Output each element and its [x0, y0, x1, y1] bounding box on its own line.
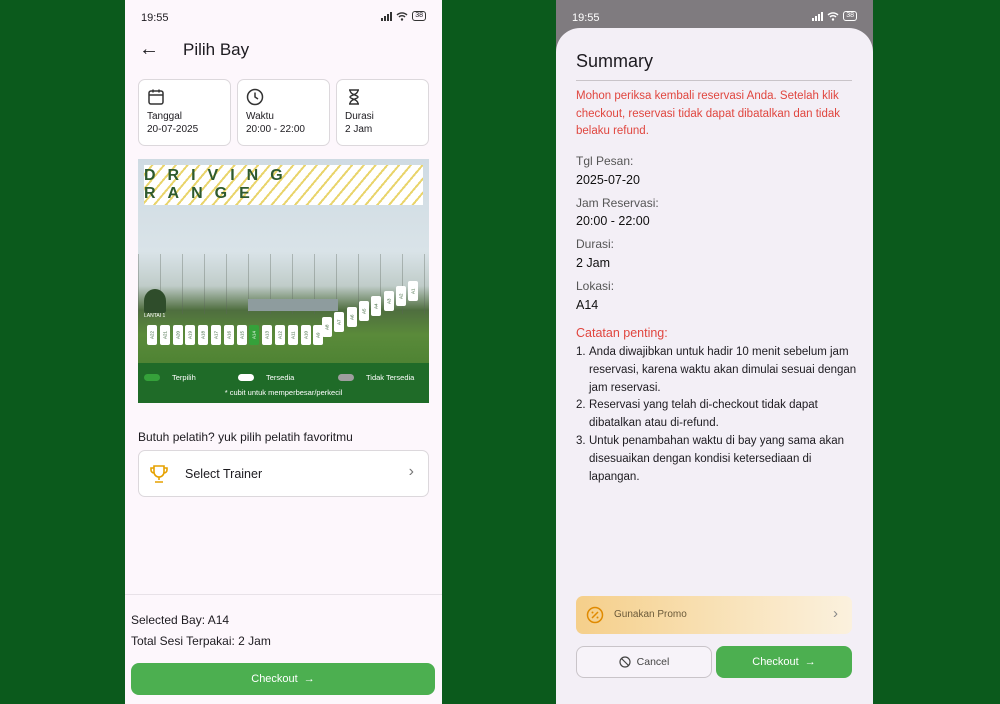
status-icons: 38: [812, 11, 857, 21]
discount-icon: [586, 606, 604, 624]
bay-a21[interactable]: A21: [159, 325, 170, 345]
signal-icon: [381, 11, 393, 21]
bottom-summary-panel: Selected Bay: A14 Total Sesi Terpakai: 2…: [125, 594, 442, 704]
bay-a17[interactable]: A17: [211, 325, 221, 345]
driving-range-map[interactable]: DRIVING RANGE LANTAI 1 Terpilih Tersedia…: [138, 159, 429, 403]
wifi-icon: [827, 12, 839, 21]
bay-a15[interactable]: A15: [236, 325, 247, 345]
duration-label: Durasi: [345, 111, 374, 122]
promo-label: Gunakan Promo: [614, 609, 687, 620]
bay-a11[interactable]: A11: [287, 325, 298, 345]
important-notes-title: Catatan penting:: [576, 326, 668, 340]
time-label: Waktu: [246, 111, 274, 122]
order-date-value: 2025-07-20: [576, 173, 640, 187]
clock-icon: [246, 88, 264, 106]
hourglass-icon: [349, 89, 359, 105]
unavailable-swatch: [338, 374, 354, 381]
time-card: Waktu 20:00 - 22:00: [237, 79, 330, 146]
cancel-button[interactable]: Cancel: [576, 646, 712, 678]
duration-card: Durasi 2 Jam: [336, 79, 429, 146]
note-item: 1. Anda diwajibkan untuk hadir 10 menit s…: [576, 346, 857, 394]
checkout-warning: Mohon periksa kembali reservasi Anda. Se…: [576, 90, 841, 137]
chevron-right-icon: ›: [408, 463, 414, 480]
important-notes-list: 1. Anda diwajibkan untuk hadir 10 menit s…: [576, 344, 858, 486]
bay-a2[interactable]: A2: [395, 285, 406, 306]
range-tree-image: [144, 289, 166, 313]
bay-a20[interactable]: A20: [172, 325, 183, 345]
status-time: 19:55: [572, 12, 600, 24]
note-item: 2. Reservasi yang telah di-checkout tidak…: [576, 399, 818, 430]
arrow-right-icon: →: [804, 656, 816, 668]
divider: [576, 80, 852, 81]
bay-a4[interactable]: A4: [371, 296, 382, 317]
range-building-image: [248, 299, 338, 311]
trophy-icon: [150, 465, 168, 483]
time-value: 20:00 - 22:00: [246, 124, 305, 135]
bay-a22[interactable]: A22: [147, 325, 157, 345]
location-label: Lokasi:: [576, 279, 615, 293]
bay-a8[interactable]: A8: [322, 317, 332, 337]
order-date-label: Tgl Pesan:: [576, 154, 634, 168]
wifi-icon: [396, 12, 408, 21]
checkout-button[interactable]: Checkout →: [131, 663, 435, 695]
status-time: 19:55: [141, 12, 169, 24]
driving-range-banner: DRIVING RANGE: [144, 165, 423, 205]
bay-a3[interactable]: A3: [383, 291, 394, 311]
select-trainer-label: Select Trainer: [185, 467, 263, 481]
bay-a13[interactable]: A13: [262, 325, 273, 345]
select-trainer-button[interactable]: Select Trainer ›: [138, 450, 429, 497]
floor-label: LANTAI 1: [144, 313, 166, 319]
bay-selection-screen: 19:55 38 ← Pilih Bay Tanggal 20-07-2025 …: [125, 0, 442, 704]
bay-a19[interactable]: A19: [185, 325, 196, 345]
summary-screen: 19:55 38 Summary Mohon periksa kembali r…: [556, 0, 873, 704]
selected-bay-text: Selected Bay: A14: [131, 613, 230, 627]
cancel-icon: [619, 656, 631, 668]
status-bar: 19:55 38: [125, 0, 442, 36]
page-title: Pilih Bay: [183, 40, 250, 59]
arrow-right-icon: →: [303, 673, 315, 685]
note-item: 3. Untuk penambahan waktu di bay yang sam…: [576, 434, 845, 483]
app-bar: ← Pilih Bay: [125, 34, 442, 66]
bay-a7[interactable]: A7: [334, 311, 345, 332]
bay-a10[interactable]: A10: [300, 325, 311, 345]
bay-a12[interactable]: A12: [275, 325, 285, 345]
available-swatch: [238, 374, 254, 381]
date-card: Tanggal 20-07-2025: [138, 79, 231, 146]
bay-a5[interactable]: A5: [358, 301, 369, 322]
duration-label: Durasi:: [576, 237, 615, 251]
battery-icon: 38: [843, 11, 857, 21]
calendar-icon: [148, 89, 164, 105]
zoom-hint: * cubit untuk memperbesar/perkecil: [224, 388, 343, 397]
trainer-prompt: Butuh pelatih? yuk pilih pelatih favorit…: [138, 430, 353, 444]
bay-a14[interactable]: A14: [249, 325, 260, 345]
reservation-info-row: Tanggal 20-07-2025 Waktu 20:00 - 22:00 D…: [138, 79, 429, 146]
map-legend: Terpilih Tersedia Tidak Tersedia * cubit…: [138, 363, 429, 403]
status-icons: 38: [381, 11, 426, 21]
legend-unavailable: Tidak Tersedia: [338, 373, 414, 382]
selected-swatch: [144, 374, 160, 381]
bay-a16[interactable]: A16: [223, 325, 234, 345]
signal-icon: [812, 11, 824, 21]
back-arrow-icon[interactable]: ←: [139, 36, 159, 62]
date-value: 20-07-2025: [147, 124, 199, 135]
battery-icon: 38: [412, 11, 426, 21]
duration-value: 2 Jam: [576, 256, 611, 270]
reservation-time-label: Jam Reservasi:: [576, 196, 659, 210]
legend-selected: Terpilih: [144, 373, 196, 382]
bay-a18[interactable]: A18: [198, 325, 209, 345]
legend-available: Tersedia: [238, 373, 294, 382]
summary-title: Summary: [576, 51, 654, 71]
location-value: A14: [576, 298, 599, 312]
chevron-right-icon: ›: [833, 605, 838, 622]
duration-value: 2 Jam: [345, 124, 373, 135]
date-label: Tanggal: [147, 111, 183, 122]
bay-a6[interactable]: A6: [346, 306, 357, 327]
reservation-time-value: 20:00 - 22:00: [576, 214, 650, 228]
summary-bottom-sheet: Summary Mohon periksa kembali reservasi …: [556, 28, 873, 704]
checkout-button[interactable]: Checkout →: [716, 646, 852, 678]
total-session-text: Total Sesi Terpakai: 2 Jam: [131, 634, 271, 648]
use-promo-button[interactable]: Gunakan Promo ›: [576, 596, 852, 634]
bay-a1[interactable]: A1: [408, 280, 419, 301]
